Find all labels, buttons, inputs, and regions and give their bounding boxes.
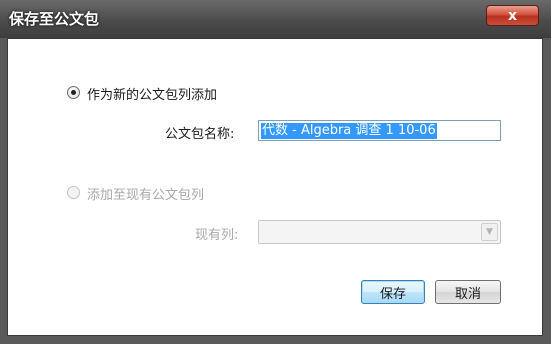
title-bar[interactable]: 保存至公文包 x [0, 0, 551, 38]
cancel-button-label: 取消 [454, 286, 481, 302]
save-button[interactable]: 保存 [361, 280, 425, 304]
dialog-body: 作为新的公文包列添加 公文包名称: 代数 - Algebra 调查 1 10-0… [7, 38, 543, 336]
radio-new-column-label[interactable]: 作为新的公文包列添加 [87, 84, 217, 103]
save-button-label: 保存 [379, 286, 406, 302]
radio-new-column[interactable] [67, 86, 80, 99]
radio-existing-column[interactable] [67, 186, 80, 199]
dialog-title: 保存至公文包 [9, 10, 100, 28]
portfolio-name-input[interactable]: 代数 - Algebra 调查 1 10-06 [258, 120, 501, 141]
radio-existing-column-label[interactable]: 添加至现有公文包列 [87, 184, 204, 203]
dropdown-arrow-button[interactable]: ▼ [481, 223, 498, 241]
chevron-down-icon: ▼ [486, 227, 493, 237]
portfolio-name-value: 代数 - Algebra 调查 1 10-06 [261, 123, 437, 139]
portfolio-name-label: 公文包名称: [165, 127, 235, 142]
close-button[interactable]: x [486, 5, 539, 26]
cancel-button[interactable]: 取消 [435, 280, 501, 304]
existing-column-select[interactable]: ▼ [258, 220, 501, 244]
save-to-portfolio-dialog: 保存至公文包 x 作为新的公文包列添加 公文包名称: 代数 - Algebra … [0, 0, 551, 344]
close-icon: x [507, 7, 518, 24]
existing-column-label: 现有列: [195, 228, 239, 243]
